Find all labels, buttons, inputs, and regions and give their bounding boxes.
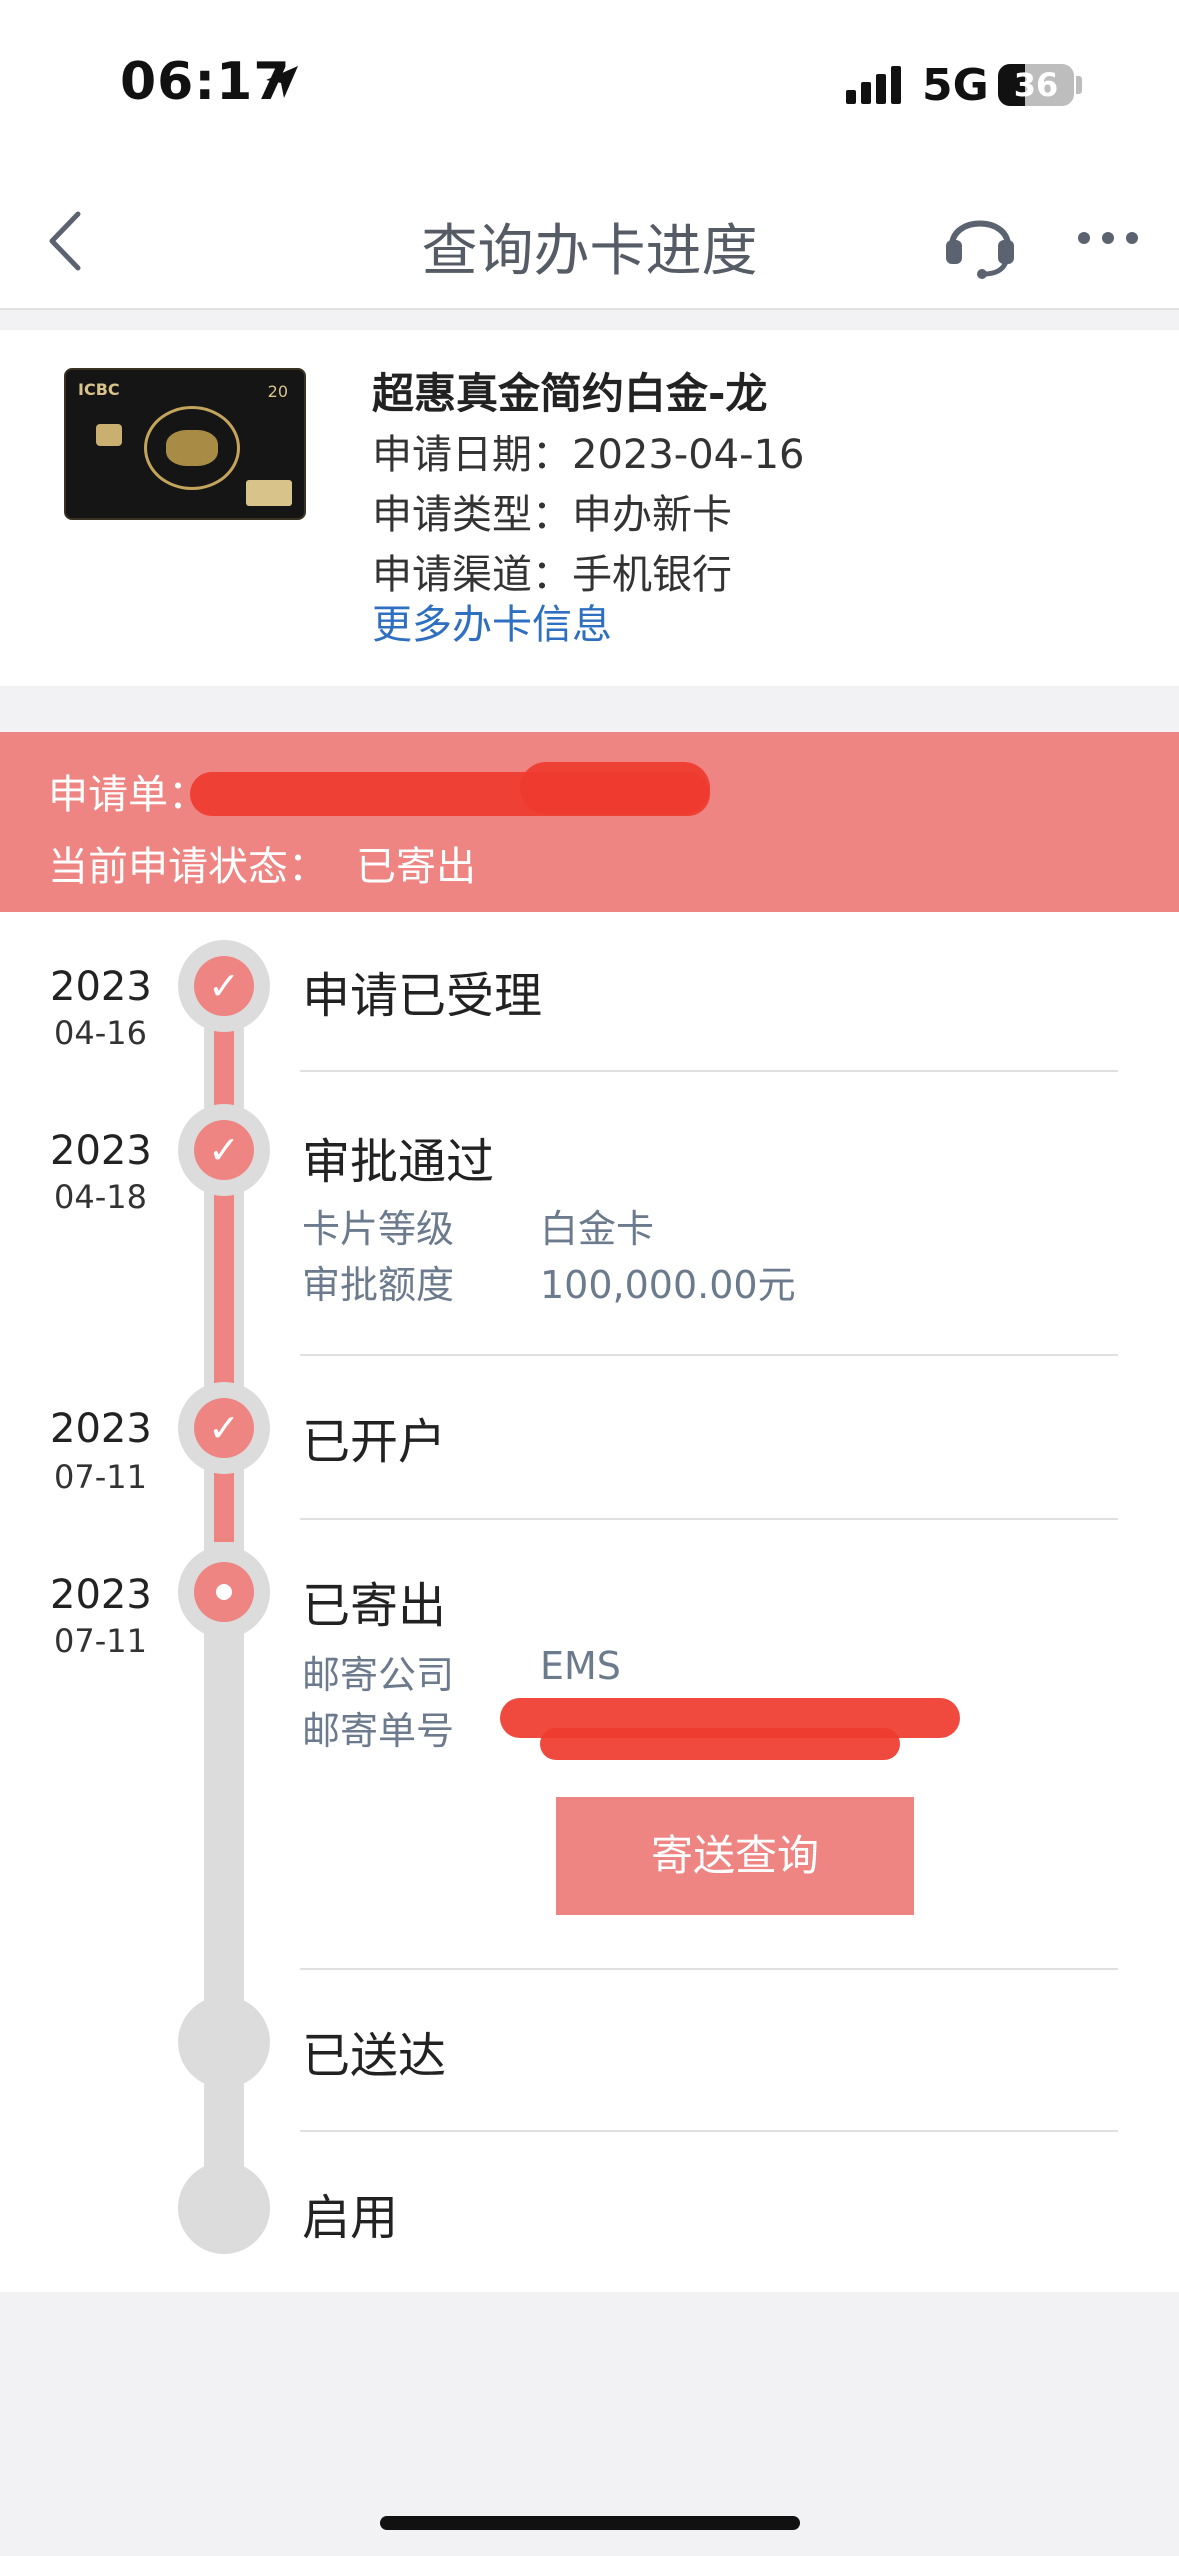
card-chip (96, 424, 122, 446)
step-title: 启用 (302, 2190, 399, 2246)
redacted-tracking-number-overlap (540, 1728, 900, 1760)
signal-icon (846, 64, 901, 104)
detail-label: 邮寄公司 (302, 1653, 455, 1697)
progress-timeline: ✓ 2023 04-16 申请已受理 ✓ 2023 04-18 审批通过 卡片等… (0, 912, 1179, 2292)
apply-date-label: 申请日期： (372, 432, 572, 478)
card-network-logo (246, 480, 292, 506)
application-status-banner: 申请单： 当前申请状态： 已寄出 (0, 732, 1179, 912)
detail-value: EMS (540, 1644, 621, 1688)
step-year: 2023 (50, 1572, 152, 1618)
detail-label: 邮寄单号 (302, 1709, 455, 1753)
current-step-dot (216, 1584, 232, 1600)
current-status-row: 当前申请状态： 已寄出 (48, 834, 476, 892)
card-dragon-emblem-inner (166, 430, 218, 466)
apply-type-row: 申请类型：申办新卡 (372, 482, 732, 540)
network-type: 5G (922, 60, 989, 111)
step-node-delivered (178, 1996, 270, 2088)
more-card-info-link[interactable]: 更多办卡信息 (372, 592, 612, 650)
current-status-value: 已寄出 (356, 844, 476, 890)
step-node-activated (178, 2162, 270, 2254)
divider (300, 1070, 1118, 1072)
card-image: ICBC 20 (64, 368, 306, 520)
more-dots-icon[interactable] (1078, 232, 1138, 244)
redacted-order-number-overlap (520, 762, 710, 814)
home-indicator[interactable] (380, 2516, 800, 2530)
step-date: 07-11 (54, 1458, 147, 1496)
battery-level: 36 (1013, 66, 1059, 104)
check-icon: ✓ (194, 1120, 254, 1180)
apply-date-row: 申请日期：2023-04-16 (372, 422, 804, 480)
step-date: 04-16 (54, 1014, 147, 1052)
step-date: 07-11 (54, 1622, 147, 1660)
battery-icon: 36 (998, 64, 1074, 106)
detail-value: 白金卡 (540, 1207, 655, 1251)
status-bar: 06:17 5G 36 (0, 0, 1179, 170)
divider (300, 1354, 1118, 1356)
step-year: 2023 (50, 964, 152, 1010)
apply-type-label: 申请类型： (372, 492, 572, 538)
card-name: 超惠真金简约白金-龙 (372, 369, 768, 418)
detail-label: 卡片等级 (302, 1207, 455, 1251)
card-anniversary-number: 20 (267, 382, 288, 401)
location-arrow-icon (266, 66, 298, 98)
step-year: 2023 (50, 1406, 152, 1452)
check-icon: ✓ (194, 1398, 254, 1458)
detail-value: 100,000.00元 (540, 1263, 796, 1307)
divider (300, 1968, 1118, 1970)
step-year: 2023 (50, 1128, 152, 1174)
headset-icon[interactable] (940, 200, 1020, 280)
apply-type-value: 申办新卡 (572, 492, 732, 538)
divider (300, 2130, 1118, 2132)
battery-tip (1076, 76, 1082, 94)
track-shipment-button[interactable]: 寄送查询 (556, 1797, 914, 1915)
step-title: 已寄出 (302, 1578, 447, 1634)
detail-label: 审批额度 (302, 1263, 455, 1307)
card-info-section: ICBC 20 超惠真金简约白金-龙 申请日期：2023-04-16 申请类型：… (0, 330, 1179, 686)
step-title: 审批通过 (302, 1134, 495, 1190)
divider (300, 1518, 1118, 1520)
card-brand: ICBC (78, 380, 120, 399)
step-title: 已开户 (302, 1414, 447, 1470)
apply-date-value: 2023-04-16 (572, 432, 805, 478)
step-title: 申请已受理 (302, 968, 543, 1024)
check-icon: ✓ (194, 956, 254, 1016)
step-title: 已送达 (302, 2028, 447, 2084)
nav-bar: 查询办卡进度 (0, 170, 1179, 310)
step-date: 04-18 (54, 1178, 147, 1216)
current-status-label: 当前申请状态： (48, 844, 328, 890)
order-number-label: 申请单： (48, 772, 208, 818)
